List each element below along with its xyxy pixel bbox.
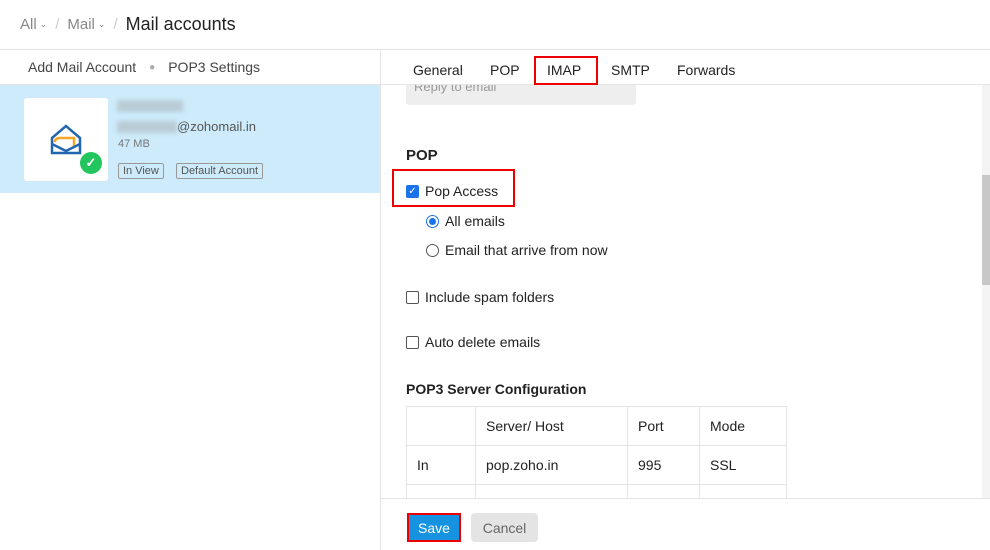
default-account-badge: Default Account [176,163,264,179]
table-row: Outsmtp.zoho.in465SSL [406,484,787,498]
header-cell [406,406,476,446]
crumb-label: Mail [67,16,95,33]
checkbox-checked-icon: ✓ [406,184,419,198]
pop3-settings-link[interactable]: POP3 Settings [168,59,260,75]
tab-pop[interactable]: POP [490,62,520,78]
scrollbar-thumb[interactable] [982,175,990,285]
include-spam-checkbox[interactable]: Include spam folders [406,289,554,305]
header-cell: Mode [699,406,787,446]
pop-settings-content: Reply to email POP ✓ Pop Access All email… [381,85,982,498]
chevron-down-icon: ⌄ [39,19,48,29]
breadcrumb-separator: / [55,16,60,33]
config-title: POP3 Server Configuration [406,381,587,397]
account-panel: Add Mail Account ● POP3 Settings ✓ @zoho… [0,50,381,550]
breadcrumb-separator: / [113,16,118,33]
cell: smtp.zoho.in [475,484,628,498]
save-button[interactable]: Save [407,513,461,542]
radio-label: Email that arrive from now [445,242,608,258]
account-email: @zohomail.in [117,119,256,134]
header: All ⌄ / Mail ⌄ / Mail accounts [0,0,990,50]
separator-dot: ● [149,61,156,73]
cell: 995 [627,445,700,485]
checkbox-icon [406,335,419,349]
email-domain: @zohomail.in [177,119,256,134]
header-cell: Port [627,406,700,446]
pop-access-label: Pop Access [425,183,499,199]
section-title: POP [406,147,438,164]
breadcrumb-all[interactable]: All ⌄ [20,16,47,33]
checkbox-icon [406,290,419,304]
table-header-row: Server/ Host Port Mode [406,406,787,446]
radio-icon [426,243,439,257]
breadcrumb-mail[interactable]: Mail ⌄ [67,16,105,33]
include-spam-label: Include spam folders [425,289,555,305]
page-title: Mail accounts [125,14,236,34]
settings-tabs: General POP IMAP SMTP Forwards [381,50,990,85]
cell: pop.zoho.in [475,445,628,485]
chevron-down-icon: ⌄ [97,19,106,29]
radio-selected-icon [426,214,439,228]
auto-delete-label: Auto delete emails [425,334,541,350]
cancel-button[interactable]: Cancel [471,513,538,542]
table-row: In pop.zoho.in 995 SSL [406,445,787,485]
in-view-badge: In View [118,163,164,179]
tab-forwards[interactable]: Forwards [677,62,735,78]
header-cell: Server/ Host [475,406,628,446]
verified-check-icon: ✓ [80,152,102,174]
radio-all-emails[interactable]: All emails [426,213,505,229]
pop-access-checkbox[interactable]: ✓ Pop Access [406,183,498,199]
crumb-label: All [20,16,37,33]
radio-label: All emails [445,213,505,229]
footer: Save Cancel [381,498,990,550]
highlight-box [534,56,598,85]
account-card[interactable]: ✓ @zohomail.in 47 MB In View Default Acc… [0,85,380,193]
cell: 465 [627,484,700,498]
add-mail-account-link[interactable]: Add Mail Account [28,59,136,75]
pop3-config-table: Server/ Host Port Mode In pop.zoho.in 995 SSL… [406,406,787,498]
auto-delete-checkbox[interactable]: Auto delete emails [406,334,540,350]
scrollbar[interactable] [982,85,990,498]
account-size: 47 MB [118,138,150,150]
radio-new-emails[interactable]: Email that arrive from now [426,242,608,258]
cell: SSL [699,484,787,498]
reply-to-field[interactable]: Reply to email [406,85,636,105]
cell: SSL [699,445,787,485]
cell: Out [406,484,476,498]
cell: In [406,445,476,485]
tab-smtp[interactable]: SMTP [611,62,650,78]
blurred-name [117,100,183,112]
tab-general[interactable]: General [413,62,463,78]
